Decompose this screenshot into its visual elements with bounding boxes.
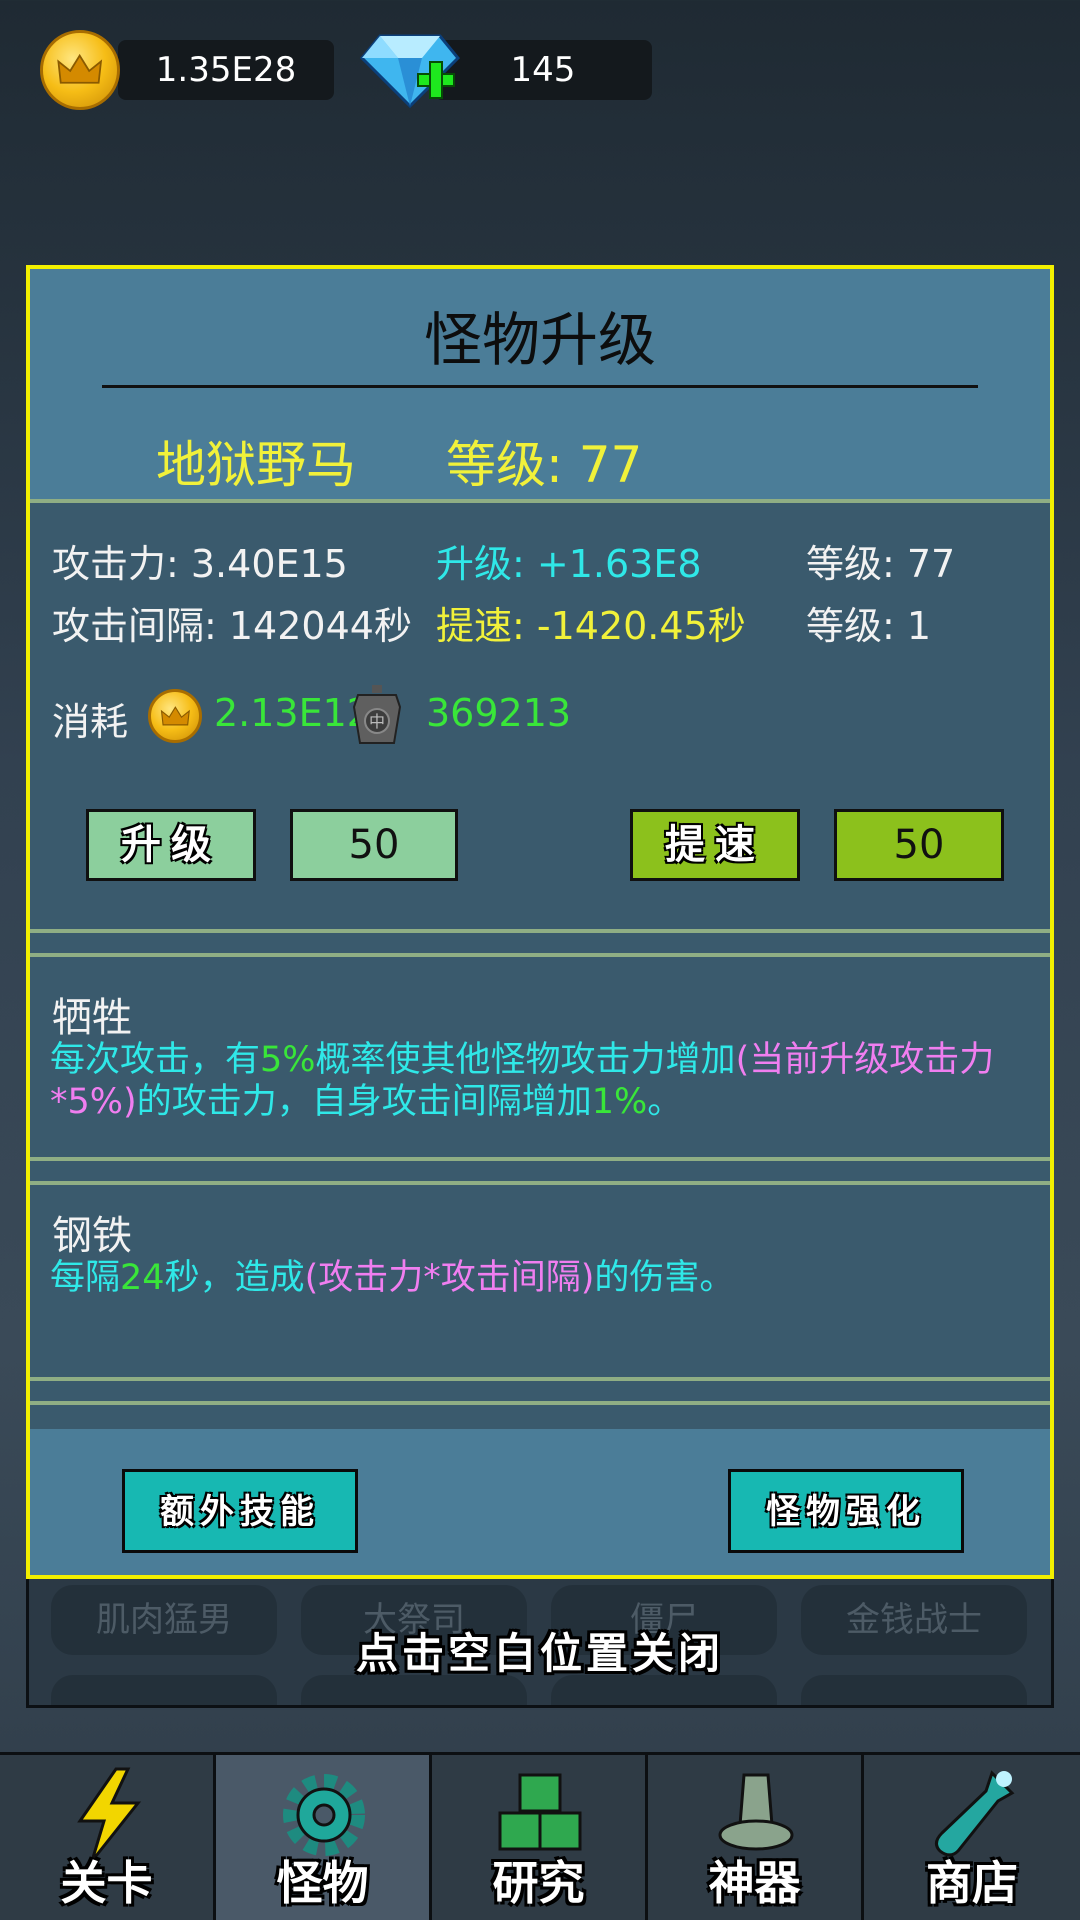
cost-gold: 2.13E12 xyxy=(214,691,371,735)
close-hint[interactable]: 点击空白位置关闭 xyxy=(0,1620,1080,1681)
gold-coin-icon xyxy=(40,30,120,110)
modal-title: 怪物升级 xyxy=(423,306,656,374)
speedup-button[interactable]: 提速 xyxy=(630,809,800,881)
monster-level: 等级: 77 xyxy=(446,436,643,494)
cost-label: 消耗 xyxy=(52,700,129,744)
nav-label: 神器 xyxy=(708,1856,801,1910)
bottom-nav: 关卡 怪物 研究 神器 商店 xyxy=(0,1752,1080,1920)
nav-label: 研究 xyxy=(492,1856,585,1910)
nav-item-artifact[interactable]: 神器 xyxy=(648,1755,864,1920)
token-icon: 中 xyxy=(352,685,402,744)
nav-item-monster[interactable]: 怪物 xyxy=(216,1755,432,1920)
skill-description: 每隔24秒，造成(攻击力*攻击间隔)的伤害。 xyxy=(50,1258,735,1298)
monster-name: 地狱野马 xyxy=(156,436,356,494)
monster-upgrade-modal: 怪物升级 地狱野马 等级: 77 攻击力: 3.40E15 升级: +1.63E… xyxy=(26,265,1054,1579)
nav-label: 商店 xyxy=(926,1856,1018,1910)
nav-item-shop[interactable]: 商店 xyxy=(864,1755,1080,1920)
upgrade-button[interactable]: 升级 xyxy=(86,809,256,881)
section-divider xyxy=(30,929,1050,957)
interval-stat: 攻击间隔: 142044秒 xyxy=(52,604,412,648)
skill-list: 牺牲 每次攻击，有5%概率使其他怪物攻击力增加(当前升级攻击力*5%)的攻击力，… xyxy=(30,957,1050,1423)
add-gem-icon[interactable] xyxy=(360,30,460,110)
attack-stat: 攻击力: 3.40E15 xyxy=(52,542,348,586)
cost-token: 369213 xyxy=(426,691,572,735)
speedup-gain: 提速: -1420.45秒 xyxy=(436,604,746,648)
nav-item-research[interactable]: 研究 xyxy=(432,1755,648,1920)
attack-level: 等级: 77 xyxy=(806,542,956,586)
nav-label: 关卡 xyxy=(60,1856,153,1910)
section-divider xyxy=(30,1377,1050,1405)
modal-header: 怪物升级 地狱野马 等级: 77 xyxy=(30,269,1050,499)
upgrade-gain: 升级: +1.63E8 xyxy=(436,542,702,586)
nav-label: 怪物 xyxy=(276,1856,369,1910)
speedup-count-button[interactable]: 50 xyxy=(834,809,1004,881)
stats-panel: 攻击力: 3.40E15 升级: +1.63E8 等级: 77 攻击间隔: 14… xyxy=(30,499,1050,935)
skill-name: 牺牲 xyxy=(52,995,132,1041)
gem-amount: 145 xyxy=(434,40,652,100)
skill-description: 每次攻击，有5%概率使其他怪物攻击力增加(当前升级攻击力*5%)的攻击力，自身攻… xyxy=(50,1040,995,1122)
gold-coin-icon xyxy=(148,689,202,743)
title-divider xyxy=(102,385,978,388)
upgrade-count-button[interactable]: 50 xyxy=(290,809,458,881)
interval-level: 等级: 1 xyxy=(806,604,932,648)
gold-amount: 1.35E28 xyxy=(118,40,334,100)
svg-text:中: 中 xyxy=(369,712,385,731)
extra-skill-button[interactable]: 额外技能 xyxy=(122,1469,358,1553)
skill-name: 钢铁 xyxy=(52,1213,132,1259)
section-divider xyxy=(30,1157,1050,1185)
monster-enhance-button[interactable]: 怪物强化 xyxy=(728,1469,964,1553)
nav-item-stage[interactable]: 关卡 xyxy=(0,1755,216,1920)
